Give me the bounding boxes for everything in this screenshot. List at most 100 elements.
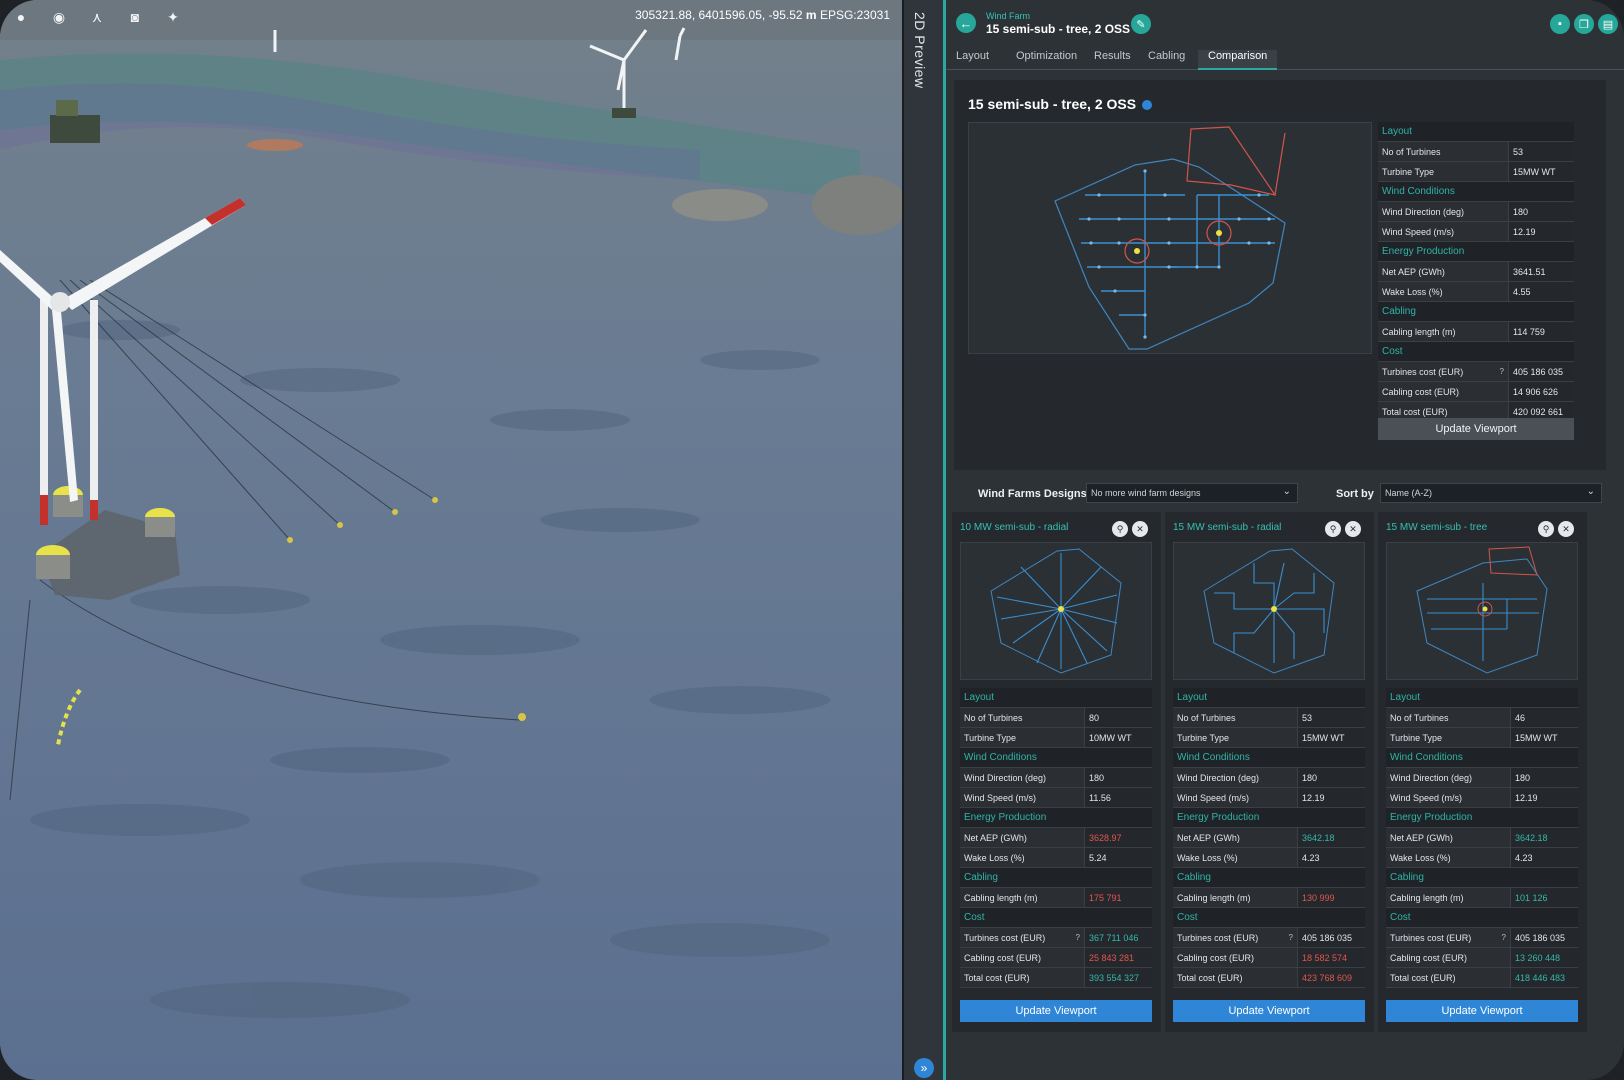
table-row: Wind Speed (m/s) 12.19	[1378, 222, 1574, 242]
row-label: Wake Loss (%)	[1173, 848, 1297, 867]
row-value: 405 186 035	[1297, 928, 1365, 947]
table-row: Total cost (EUR) 418 446 483	[1386, 968, 1578, 988]
active-indicator	[1142, 100, 1153, 111]
update-viewport-button[interactable]: Update Viewport	[1378, 418, 1574, 440]
row-value: 3642.18	[1510, 828, 1578, 847]
back-arrow-icon[interactable]: ←	[956, 13, 976, 33]
tab-cabling[interactable]: Cabling	[1138, 50, 1195, 70]
table-row: Wind Direction (deg) 180	[1378, 202, 1574, 222]
camera-icon[interactable]: ◙	[124, 6, 146, 28]
close-icon[interactable]: ✕	[1132, 521, 1148, 537]
help-icon[interactable]: ?	[1076, 933, 1080, 942]
row-label: Wake Loss (%)	[1378, 282, 1508, 301]
row-value: 180	[1510, 768, 1578, 787]
pencil-icon[interactable]: ✎	[1131, 14, 1151, 34]
row-value: 405 186 035	[1508, 362, 1574, 381]
comparison-card: 15 MW semi-sub - tree ⚲ ✕ Layout No of T…	[1378, 512, 1587, 1032]
selected-layout-map[interactable]	[968, 122, 1372, 354]
row-value: 80	[1084, 708, 1152, 727]
sparkle-icon[interactable]: ✦	[162, 6, 184, 28]
card-table: Layout No of Turbines 46 Turbine Type 15MW…	[1386, 688, 1578, 988]
table-row: Cabling cost (EUR) 14 906 626	[1378, 382, 1574, 402]
row-value: 53	[1508, 142, 1574, 161]
section-wind-conditions: Wind Conditions	[1173, 748, 1365, 768]
card-layout-map[interactable]	[1386, 542, 1578, 680]
layout-map-svg	[1054, 126, 1286, 350]
row-value: 3628.97	[1084, 828, 1152, 847]
card-layout-map[interactable]	[1173, 542, 1365, 680]
row-value: 130 999	[1297, 888, 1365, 907]
row-label: Total cost (EUR)	[1386, 968, 1510, 987]
close-icon[interactable]: ✕	[1558, 521, 1574, 537]
section-energy-production: Energy Production	[1378, 242, 1574, 262]
save-icon[interactable]: ▪	[1550, 14, 1570, 34]
measure-icon[interactable]: ⋏	[86, 6, 108, 28]
table-row: Turbines cost (EUR)? 405 186 035	[1173, 928, 1365, 948]
tab-layout[interactable]: Layout	[946, 50, 999, 70]
sort-select[interactable]: Name (A-Z) ⌄	[1380, 483, 1602, 503]
card-layout-map[interactable]	[960, 542, 1152, 680]
table-row: Wake Loss (%) 4.23	[1386, 848, 1578, 868]
section-cabling: Cabling	[1386, 868, 1578, 888]
row-label: Net AEP (GWh)	[1173, 828, 1297, 847]
help-icon[interactable]: ?	[1502, 933, 1506, 942]
section-cabling: Cabling	[960, 868, 1152, 888]
expand-panel-icon[interactable]: »	[914, 1058, 934, 1078]
designs-select[interactable]: No more wind farm designs ⌄	[1086, 483, 1298, 503]
update-viewport-button[interactable]: Update Viewport	[960, 1000, 1152, 1022]
row-label: Wind Direction (deg)	[1173, 768, 1297, 787]
3d-viewport[interactable]: ● ◉ ⋏ ◙ ✦ 305321.88, 6401596.05, -95.52 …	[0, 0, 902, 1080]
tab-comparison[interactable]: Comparison	[1198, 50, 1278, 70]
pin-icon[interactable]: ⚲	[1112, 521, 1128, 537]
comparison-card: 15 MW semi-sub - radial ⚲ ✕ Layout No of…	[1165, 512, 1374, 1032]
pin-icon[interactable]: ⚲	[1538, 521, 1554, 537]
row-value: 4.55	[1508, 282, 1574, 301]
help-icon[interactable]: ?	[1500, 367, 1504, 376]
table-row: Turbine Type 15MW WT	[1378, 162, 1574, 182]
row-value: 25 843 281	[1084, 948, 1152, 967]
section-wind-conditions: Wind Conditions	[1386, 748, 1578, 768]
table-row: Wind Speed (m/s) 11.56	[960, 788, 1152, 808]
row-label: Turbine Type	[1386, 728, 1510, 747]
pin-icon[interactable]: ⚲	[1325, 521, 1341, 537]
row-value: 180	[1084, 768, 1152, 787]
2d-preview-label[interactable]: 2D Preview	[912, 12, 928, 89]
globe-icon[interactable]: ◉	[48, 6, 70, 28]
sun-icon[interactable]: ●	[10, 6, 32, 28]
section-layout: Layout	[960, 688, 1152, 708]
update-viewport-button[interactable]: Update Viewport	[1386, 1000, 1578, 1022]
row-value: 405 186 035	[1510, 928, 1578, 947]
row-label: Wind Direction (deg)	[1386, 768, 1510, 787]
close-icon[interactable]: ✕	[1345, 521, 1361, 537]
row-value: 418 446 483	[1510, 968, 1578, 987]
help-icon[interactable]: ?	[1289, 933, 1293, 942]
export-icon[interactable]: ▤	[1598, 14, 1618, 34]
2d-preview-strip[interactable]: 2D Preview »	[902, 0, 946, 1080]
row-value: 13 260 448	[1510, 948, 1578, 967]
row-label: Net AEP (GWh)	[1378, 262, 1508, 281]
card-title: 10 MW semi-sub - radial	[960, 522, 1069, 533]
duplicate-icon[interactable]: ❐	[1574, 14, 1594, 34]
row-label: Wind Direction (deg)	[960, 768, 1084, 787]
row-value: 5.24	[1084, 848, 1152, 867]
row-value: 10MW WT	[1084, 728, 1152, 747]
tab-results[interactable]: Results	[1084, 50, 1141, 70]
table-row: Total cost (EUR) 393 554 327	[960, 968, 1152, 988]
comparison-card: 10 MW semi-sub - radial ⚲ ✕ Layout No of…	[952, 512, 1161, 1032]
row-value: 3642.18	[1297, 828, 1365, 847]
card-map-svg	[1416, 546, 1548, 674]
tab-optimization[interactable]: Optimization	[1006, 50, 1087, 70]
table-row: Cabling length (m) 101 126	[1386, 888, 1578, 908]
row-label: Wind Speed (m/s)	[1173, 788, 1297, 807]
chevron-down-icon: ⌄	[1586, 486, 1595, 497]
row-label: No of Turbines	[1378, 142, 1508, 161]
section-cabling: Cabling	[1173, 868, 1365, 888]
row-value: 4.23	[1510, 848, 1578, 867]
update-viewport-button[interactable]: Update Viewport	[1173, 1000, 1365, 1022]
row-value: 11.56	[1084, 788, 1152, 807]
row-label: Cabling cost (EUR)	[1173, 948, 1297, 967]
ocean-scene	[0, 0, 902, 1080]
section-wind-conditions: Wind Conditions	[1378, 182, 1574, 202]
card-map-svg	[1203, 548, 1335, 674]
panel-header: ← Wind Farm 15 semi-sub - tree, 2 OSS ✎ …	[946, 0, 1624, 46]
